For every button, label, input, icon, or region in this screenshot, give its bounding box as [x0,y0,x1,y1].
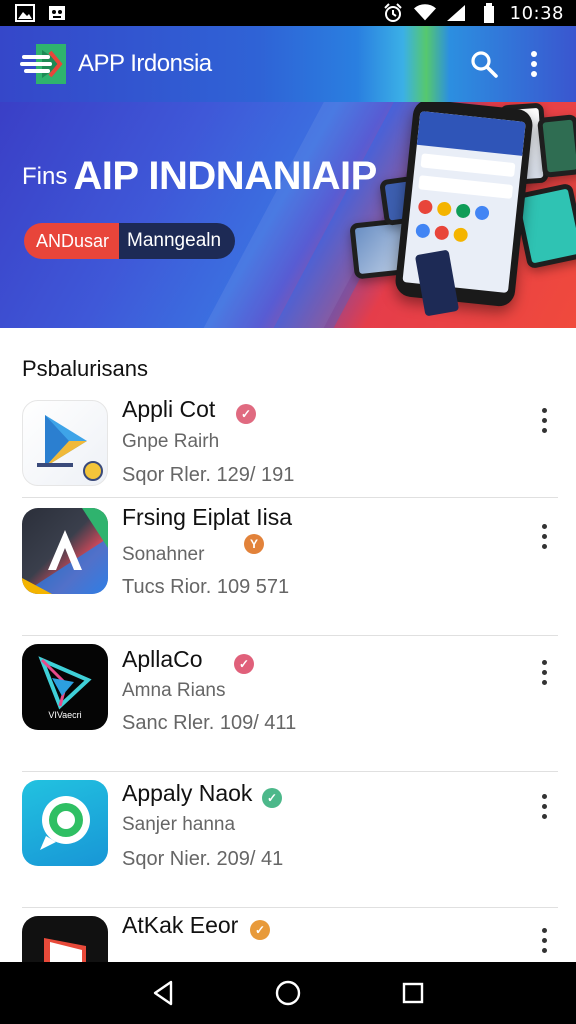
app-developer: Sanjer hanna [122,814,236,835]
app-meta: Tucs Rior. 109 571 [122,576,290,598]
verified-badge-icon: Y [244,534,264,554]
phone-illustration [393,102,535,308]
banner-pill-primary[interactable]: ANDusar [24,223,120,259]
search-icon [471,51,498,78]
app-name[interactable]: Appli Cot [122,396,215,423]
recents-icon [403,982,424,1004]
app-meta: Sqor Rler. 129/ 191 [122,464,295,486]
android-icon [46,4,68,22]
screen: 10:38 APP Irdonsia Fins AIP INDNANIAIP A… [0,0,576,1024]
app-logo-icon [20,42,68,86]
status-bar-right: 10:38 [382,3,564,24]
navigation-bar [0,962,576,1024]
status-time: 10:38 [509,2,564,24]
more-vert-icon[interactable] [532,924,556,956]
app-meta: Sanc Rler. 109/ 411 [122,712,297,734]
app-name[interactable]: ApllaCo [122,646,203,673]
more-vert-icon[interactable] [532,404,556,436]
banner-pill[interactable]: ANDusar Manngealn [24,223,236,259]
status-bar-left [14,4,68,22]
app-name[interactable]: Appaly Naok [122,780,252,807]
more-options-button[interactable] [512,42,556,86]
app-bar: APP Irdonsia [0,26,576,102]
signal-icon [446,4,468,22]
banner-headline-prefix: Fins [22,162,68,190]
back-icon [153,980,172,1006]
svg-text:VIVaecri: VIVaecri [48,710,81,720]
more-vert-icon[interactable] [532,790,556,822]
app-name[interactable]: Frsing Eiplat Iisa [122,504,292,531]
image-icon [14,4,36,22]
banner-headline-text: AIP INDNANIAIP [73,154,377,198]
app-icon-chat [22,780,108,866]
more-vert-icon[interactable] [532,656,556,688]
verified-badge-icon: ✓ [236,404,256,424]
home-icon [275,980,301,1006]
verified-badge-icon: ✓ [234,654,254,674]
back-button[interactable] [143,973,183,1013]
tablet-illustration [536,114,576,178]
list-item[interactable]: Appaly Naok ✓ Sanjer hanna Sqor Nier. 20… [0,772,576,908]
app-developer: Gnpe Rairh [122,431,220,452]
promo-banner[interactable]: Fins AIP INDNANIAIP ANDusar Manngealn [0,102,576,328]
wifi-icon [413,4,436,22]
search-button[interactable] [462,42,506,86]
app-icon-arrow [22,508,108,594]
alarm-icon [382,3,404,22]
app-icon-play-neon: VIVaecri [22,644,108,730]
more-vert-icon [531,51,537,77]
app-icon-play [22,400,108,486]
banner-headline: Fins AIP INDNANIAIP [22,154,377,199]
recents-button[interactable] [393,973,433,1013]
verified-badge-icon: ✓ [250,920,270,940]
app-meta: Sqor Nier. 209/ 41 [122,848,284,870]
home-button[interactable] [268,973,308,1013]
list-item[interactable]: Frsing Eiplat Iisa Y Sonahner Tucs Rior.… [0,500,576,636]
battery-icon [478,3,500,23]
section-title: Psbalurisans [22,356,148,381]
app-title: APP Irdonsia [78,50,212,77]
more-vert-icon[interactable] [532,520,556,552]
app-list: Appli Cot ✓ Gnpe Rairh Sqor Rler. 129/ 1… [0,392,576,1024]
divider [22,497,558,498]
app-name[interactable]: AtKak Eeor [122,912,238,939]
app-developer: Amna Rians [122,680,226,701]
status-bar: 10:38 [0,0,576,26]
banner-pill-secondary[interactable]: Manngealn [119,223,236,259]
list-item[interactable]: VIVaecri ApllaCo ✓ Amna Rians Sanc Rler.… [0,636,576,772]
verified-badge-icon: ✓ [262,788,282,808]
app-developer: Sonahner [122,544,205,565]
